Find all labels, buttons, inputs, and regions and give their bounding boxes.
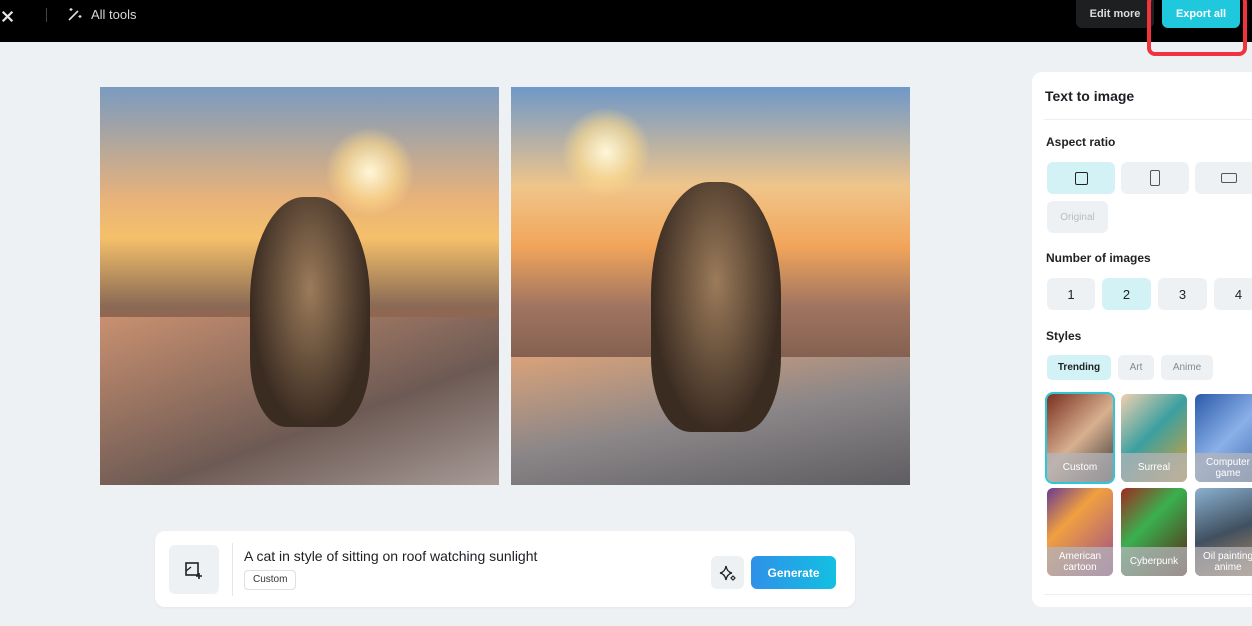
tab-trending[interactable]: Trending xyxy=(1047,355,1111,380)
add-image-button[interactable] xyxy=(169,545,219,594)
style-label: Cyberpunk xyxy=(1121,547,1187,576)
style-computer-game[interactable]: Computer game xyxy=(1195,394,1252,482)
square-icon xyxy=(1074,171,1088,185)
sun xyxy=(561,107,651,197)
enhance-prompt-button[interactable] xyxy=(711,556,744,589)
edit-more-button[interactable]: Edit more xyxy=(1076,0,1154,28)
generate-button[interactable]: Generate xyxy=(751,556,836,589)
tab-art[interactable]: Art xyxy=(1118,355,1154,380)
aspect-landscape-button[interactable] xyxy=(1195,162,1252,194)
divider xyxy=(1044,119,1252,120)
style-label: American cartoon xyxy=(1047,547,1113,576)
aspect-portrait-button[interactable] xyxy=(1121,162,1189,194)
all-tools-button[interactable]: All tools xyxy=(67,6,137,22)
magic-wand-icon xyxy=(68,8,82,21)
style-label: Computer game xyxy=(1195,453,1252,482)
prompt-bar: A cat in style of sitting on roof watchi… xyxy=(155,531,855,607)
style-custom[interactable]: Custom xyxy=(1045,392,1115,484)
style-label: Custom xyxy=(1047,453,1113,482)
aspect-original-button[interactable]: Original xyxy=(1047,201,1108,233)
divider xyxy=(1044,594,1252,595)
style-label: Oil painting anime xyxy=(1195,547,1252,576)
panel-title: Text to image xyxy=(1045,88,1135,104)
aspect-ratio-label: Aspect ratio xyxy=(1046,135,1116,149)
number-4-button[interactable]: 4 xyxy=(1214,278,1252,310)
divider xyxy=(46,8,47,22)
top-bar: ⨯ All tools Edit more Export all xyxy=(0,0,1252,56)
generated-image-1[interactable] xyxy=(100,87,499,485)
number-3-button[interactable]: 3 xyxy=(1158,278,1207,310)
number-1-button[interactable]: 1 xyxy=(1047,278,1095,310)
style-american-cartoon[interactable]: American cartoon xyxy=(1047,488,1113,576)
image-add-icon xyxy=(185,561,202,579)
sparkle-icon xyxy=(719,565,736,581)
number-of-images-label: Number of images xyxy=(1046,251,1151,265)
style-oil-painting-anime[interactable]: Oil painting anime xyxy=(1195,488,1252,576)
number-2-button[interactable]: 2 xyxy=(1102,278,1151,310)
cat xyxy=(651,182,781,432)
tab-anime[interactable]: Anime xyxy=(1161,355,1213,380)
portrait-icon xyxy=(1150,170,1160,186)
style-cyberpunk[interactable]: Cyberpunk xyxy=(1121,488,1187,576)
divider xyxy=(232,543,233,596)
style-surreal[interactable]: Surreal xyxy=(1121,394,1187,482)
sun xyxy=(325,127,415,217)
style-label: Surreal xyxy=(1121,453,1187,482)
all-tools-label: All tools xyxy=(91,6,137,22)
capcut-logo-icon[interactable]: ⨯ xyxy=(0,6,15,27)
styles-label: Styles xyxy=(1046,329,1082,343)
style-tag[interactable]: Custom xyxy=(244,570,297,590)
cat xyxy=(250,197,370,427)
landscape-icon xyxy=(1221,173,1237,183)
prompt-input[interactable]: A cat in style of sitting on roof watchi… xyxy=(244,548,537,564)
export-all-button[interactable]: Export all xyxy=(1162,0,1240,28)
aspect-square-button[interactable] xyxy=(1047,162,1115,194)
generated-image-2[interactable] xyxy=(511,87,910,485)
text-to-image-panel: Text to image Aspect ratio Original Numb… xyxy=(1032,72,1252,607)
